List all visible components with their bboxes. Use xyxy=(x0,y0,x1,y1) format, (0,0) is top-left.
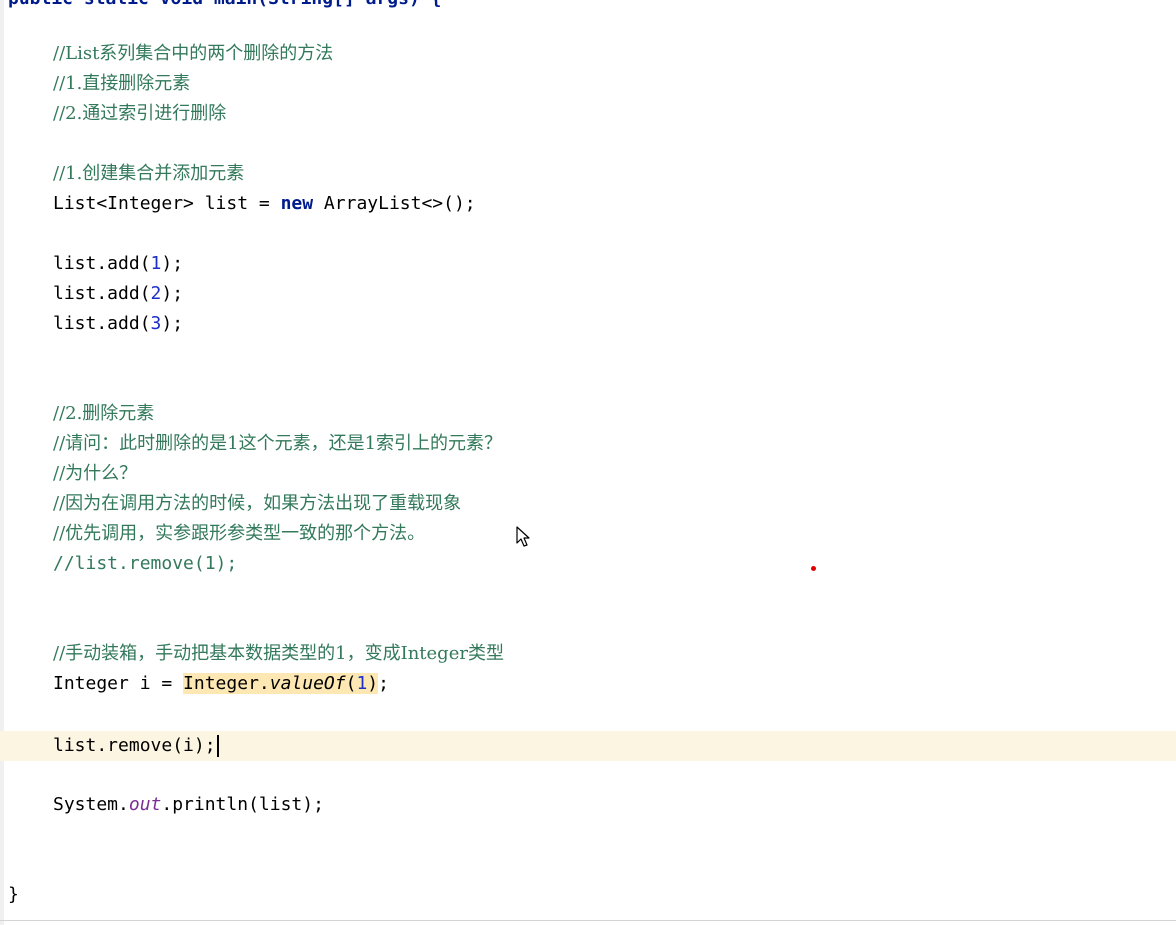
comment-line[interactable]: //list.remove(1); xyxy=(53,549,237,579)
println-line[interactable]: System.out.println(list); xyxy=(53,790,324,820)
code-text: .println(list); xyxy=(161,794,324,815)
valueof-call-highlight: Integer.valueOf(1) xyxy=(183,673,379,694)
number-literal: 3 xyxy=(150,313,162,334)
closing-brace-line[interactable]: } xyxy=(8,880,19,910)
code-text: list.add( xyxy=(53,253,151,274)
code-text: list.add( xyxy=(53,283,151,304)
number-literal: 2 xyxy=(150,283,162,304)
red-dot-marker xyxy=(811,566,816,571)
commented-code: //list.remove(1); xyxy=(53,553,238,574)
editor-bottom-border xyxy=(0,920,1176,921)
comment-line[interactable]: //为什么？ xyxy=(53,459,137,489)
code-editor[interactable]: public static void main(String[] args) {… xyxy=(0,0,1176,925)
integer-declaration-line[interactable]: Integer i = Integer.valueOf(1); xyxy=(53,669,389,699)
code-text: Integer i = xyxy=(53,673,184,694)
code-text: Integer. xyxy=(183,673,270,694)
comment-line[interactable]: //手动装箱，手动把基本数据类型的1，变成Integer类型 xyxy=(53,639,504,669)
static-field: out xyxy=(128,794,162,815)
number-literal: 1 xyxy=(356,673,368,694)
code-text: list.add( xyxy=(53,313,151,334)
comment-line[interactable]: //请问：此时删除的是1这个元素，还是1索引上的元素？ xyxy=(53,429,502,459)
mouse-pointer-icon xyxy=(516,526,530,547)
add-call-line[interactable]: list.add(3); xyxy=(53,309,183,339)
add-call-line[interactable]: list.add(1); xyxy=(53,249,183,279)
comment-line[interactable]: //List系列集合中的两个删除的方法 xyxy=(53,39,333,69)
number-literal: 1 xyxy=(150,253,162,274)
comment-line[interactable]: //2.通过索引进行删除 xyxy=(53,99,226,129)
declaration-rest: ArrayList<>(); xyxy=(313,193,476,214)
comment-line[interactable]: //1.创建集合并添加元素 xyxy=(53,159,244,189)
code-text: ); xyxy=(161,313,184,334)
comment-line[interactable]: //优先调用，实参跟形参类型一致的那个方法。 xyxy=(53,519,425,549)
list-declaration-line[interactable]: List<Integer> list = new ArrayList<>(); xyxy=(53,189,476,219)
method-signature-line[interactable]: public static void main(String[] args) { xyxy=(8,0,441,14)
comment-line[interactable]: //2.删除元素 xyxy=(53,399,154,429)
code-text: System. xyxy=(53,794,129,815)
comment-line[interactable]: //因为在调用方法的时候，如果方法出现了重载现象 xyxy=(53,489,461,519)
text-caret xyxy=(216,735,219,757)
editor-gutter xyxy=(0,0,4,925)
code-text: ); xyxy=(161,253,184,274)
new-keyword: new xyxy=(280,193,314,214)
remove-call-line[interactable]: list.remove(i); xyxy=(53,731,219,761)
code-text: ( xyxy=(345,673,357,694)
add-call-line[interactable]: list.add(2); xyxy=(53,279,183,309)
code-text: ; xyxy=(378,673,389,694)
comment-line[interactable]: //1.直接删除元素 xyxy=(53,69,190,99)
code-text: ) xyxy=(367,673,379,694)
code-text: ); xyxy=(161,283,184,304)
static-method-name: valueOf xyxy=(269,673,346,694)
declaration-type: List<Integer> list = xyxy=(53,193,281,214)
method-signature: public static void main(String[] args) { xyxy=(8,0,441,9)
code-text: } xyxy=(8,884,19,905)
code-text: list.remove(i); xyxy=(53,735,216,756)
